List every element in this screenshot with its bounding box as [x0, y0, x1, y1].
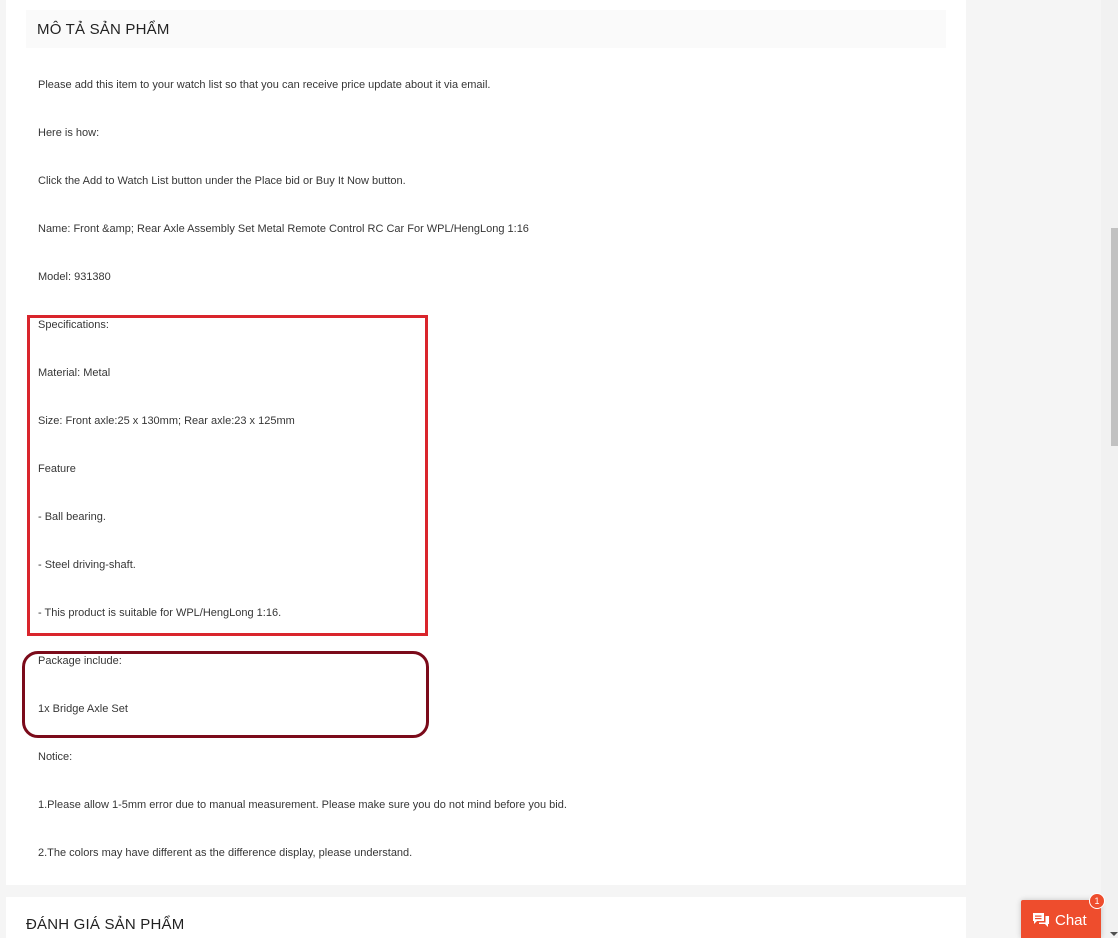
- package-highlight-box: [22, 651, 429, 738]
- product-rating-panel: ĐÁNH GIÁ SẢN PHẨM: [6, 897, 966, 938]
- description-line: Here is how:: [38, 127, 100, 139]
- scrollbar-thumb[interactable]: [1111, 228, 1118, 446]
- description-line: 2.The colors may have different as the d…: [38, 847, 413, 859]
- description-section-title: MÔ TẢ SẢN PHẨM: [37, 21, 170, 38]
- description-line: Model: 931380: [38, 271, 111, 283]
- chat-label: Chat: [1055, 912, 1087, 929]
- page-scrollbar[interactable]: [1101, 0, 1118, 938]
- description-line: Please add this item to your watch list …: [38, 79, 491, 91]
- description-line: 1.Please allow 1-5mm error due to manual…: [38, 799, 567, 811]
- rating-section-title: ĐÁNH GIÁ SẢN PHẨM: [26, 916, 185, 933]
- description-line: Name: Front &amp; Rear Axle Assembly Set…: [38, 223, 529, 235]
- chat-bubble-icon: [1033, 913, 1049, 927]
- scroll-down-arrow-icon[interactable]: [1110, 932, 1118, 936]
- description-line: Notice:: [38, 751, 73, 763]
- description-section-header: MÔ TẢ SẢN PHẨM: [26, 10, 946, 48]
- description-line: Click the Add to Watch List button under…: [38, 175, 406, 187]
- chat-notification-badge: 1: [1089, 893, 1105, 909]
- chat-button[interactable]: Chat 1: [1021, 893, 1105, 938]
- specifications-highlight-box: [27, 315, 428, 636]
